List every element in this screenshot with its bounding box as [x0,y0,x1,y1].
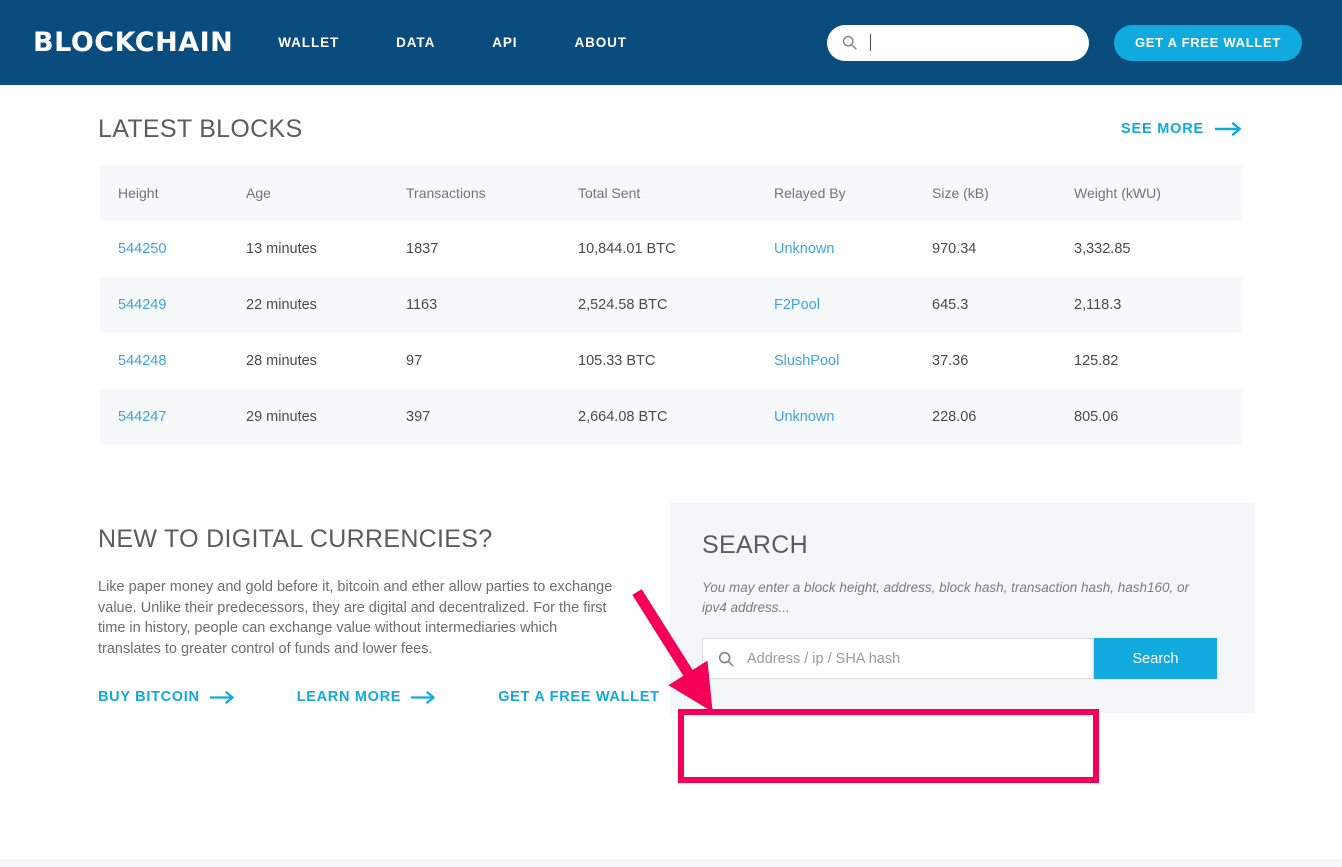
intro-body: Like paper money and gold before it, bit… [98,579,613,657]
search-panel: SEARCH You may enter a block height, add… [670,503,1255,713]
intro-links: BUY BITCOIN LEARN MORE GET A FREE WALLET [98,689,694,705]
relayed-by-link[interactable]: Unknown [774,241,834,257]
nav-item-api[interactable]: API [492,35,517,50]
cell-age: 29 minutes [246,409,317,425]
arrow-right-icon [1215,122,1241,136]
cell-transactions: 97 [406,353,423,369]
arrow-right-icon [209,690,234,704]
cell-height: 544248 [100,333,228,389]
relayed-by-link[interactable]: F2Pool [774,297,820,313]
nav-item-data[interactable]: DATA [396,35,435,50]
transactions-per-day-band: TRANSACTIONS PER DAY 1 BTC = $6467.17 [0,859,1342,867]
bottom-inner: TRANSACTIONS PER DAY 1 BTC = $6467.17 [0,859,1342,867]
relayed-by-link[interactable]: Unknown [774,409,834,425]
see-more-link[interactable]: SEE MORE [1121,121,1244,137]
cell-total-sent: 105.33 BTC [578,353,656,369]
block-height-link[interactable]: 544250 [118,241,166,257]
column-header-size: Size (kB) [914,165,1056,221]
cell-transactions: 1163 [406,297,438,313]
cell-relayed-by: F2Pool [756,277,914,333]
header-right-group: GET A FREE WALLET [827,0,1342,85]
site-header: BLOCKCHAIN WALLET DATA API ABOUT GET A F… [0,0,1342,85]
block-height-link[interactable]: 544247 [118,409,166,425]
column-header-height: Height [100,165,228,221]
cell-size: 645.3 [932,297,969,313]
cell-total-sent: 2,664.08 BTC [578,409,668,425]
table-row: 544250 13 minutes 1837 10,844.01 BTC Unk… [100,221,1242,277]
cell-size: 37.36 [932,353,969,369]
table-row: 544249 22 minutes 1163 2,524.58 BTC F2Po… [100,277,1242,333]
cell-height: 544249 [100,277,228,333]
header-search-input[interactable] [871,24,1089,61]
cell-size: 970.34 [932,241,977,257]
search-form-row: Search [702,638,1223,679]
table-body: 544250 13 minutes 1837 10,844.01 BTC Unk… [100,221,1242,445]
cell-relayed-by: Unknown [756,389,914,445]
cell-height: 544250 [100,221,228,277]
column-header-total-sent: Total Sent [560,165,756,221]
page-title: LATEST BLOCKS [98,114,303,143]
search-button[interactable]: Search [1094,638,1217,679]
search-hint-text: You may enter a block height, address, b… [702,580,1190,615]
learn-more-link[interactable]: LEARN MORE [297,689,438,705]
cell-age: 13 minutes [246,241,317,257]
cell-relayed-by: Unknown [756,221,914,277]
buy-bitcoin-label: BUY BITCOIN [98,689,200,705]
mid-section: NEW TO DIGITAL CURRENCIES? Like paper mo… [0,501,1342,713]
column-header-weight: Weight (kWU) [1056,165,1242,221]
cell-height: 544247 [100,389,228,445]
cell-total-sent: 10,844.01 BTC [578,241,676,257]
search-field-wrapper[interactable] [702,638,1094,679]
table-row: 544247 29 minutes 397 2,664.08 BTC Unkno… [100,389,1242,445]
arrow-right-icon [411,690,435,704]
see-more-label: SEE MORE [1121,121,1204,137]
table-head: Height Age Transactions Total Sent Relay… [100,165,1242,221]
buy-bitcoin-link[interactable]: BUY BITCOIN [98,689,237,705]
cell-age: 22 minutes [246,297,317,313]
block-height-link[interactable]: 544249 [118,297,166,313]
cell-weight: 125.82 [1074,353,1119,369]
column-header-transactions: Transactions [388,165,560,221]
intro-block: NEW TO DIGITAL CURRENCIES? Like paper mo… [86,501,694,705]
latest-blocks-header: LATEST BLOCKS SEE MORE [0,93,1342,165]
brand-logo[interactable]: BLOCKCHAIN [33,27,233,58]
search-icon [718,651,734,667]
page-content: LATEST BLOCKS SEE MORE Height Age Transa… [0,93,1342,867]
table-header-row: Height Age Transactions Total Sent Relay… [100,165,1242,221]
cell-total-sent: 2,524.58 BTC [578,297,668,313]
nav-item-wallet[interactable]: WALLET [278,35,339,50]
cell-weight: 3,332.85 [1074,241,1131,257]
cell-relayed-by: SlushPool [756,333,914,389]
cell-age: 28 minutes [246,353,317,369]
search-icon [842,35,857,50]
block-height-link[interactable]: 544248 [118,353,166,369]
get-free-wallet-button[interactable]: GET A FREE WALLET [1114,24,1302,61]
get-free-wallet-label: GET A FREE WALLET [498,689,660,705]
cell-transactions: 397 [406,409,431,425]
cell-weight: 805.06 [1074,409,1119,425]
relayed-by-link[interactable]: SlushPool [774,353,839,369]
nav-item-about[interactable]: ABOUT [574,35,627,50]
header-search-box[interactable] [827,24,1089,61]
learn-more-label: LEARN MORE [296,689,402,705]
cell-size: 228.06 [932,409,977,425]
intro-title: NEW TO DIGITAL CURRENCIES? [98,525,493,553]
column-header-age: Age [228,165,388,221]
get-free-wallet-link[interactable]: GET A FREE WALLET [498,689,696,705]
search-input[interactable] [735,639,1093,678]
column-header-relayed-by: Relayed By [756,165,914,221]
main-navigation: WALLET DATA API ABOUT [278,35,684,50]
table-row: 544248 28 minutes 97 105.33 BTC SlushPoo… [100,333,1242,389]
search-panel-title: SEARCH [702,531,808,559]
latest-blocks-table: Height Age Transactions Total Sent Relay… [100,165,1242,445]
annotation-highlight-box [678,709,1099,783]
cell-weight: 2,118.3 [1074,297,1122,313]
cell-transactions: 1837 [406,241,439,257]
